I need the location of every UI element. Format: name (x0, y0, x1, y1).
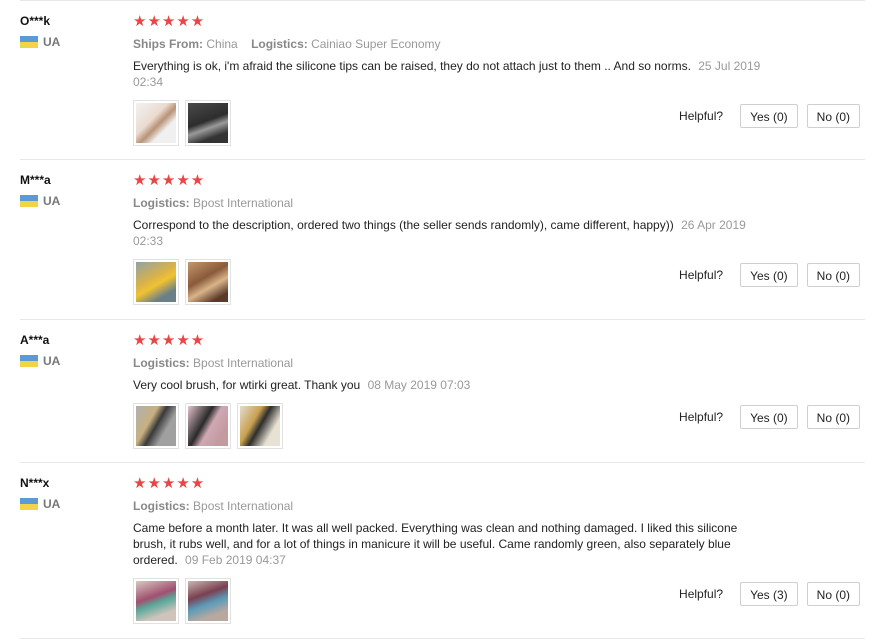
helpful-yes-button[interactable]: Yes (0) (740, 263, 798, 287)
reviewer-name: A***a (20, 333, 50, 347)
reviewer-name: M***a (20, 173, 51, 187)
country-code: UA (43, 354, 61, 368)
ships-from-value: China (206, 37, 238, 51)
reviewer-name: N***x (20, 476, 50, 490)
ships-from-label: Ships From: (133, 37, 204, 51)
review-photo-thumbnail[interactable] (185, 403, 231, 449)
helpful-no-button[interactable]: No (0) (806, 104, 860, 128)
review-photo-thumbnail[interactable] (133, 578, 179, 624)
helpful-label: Helpful? (679, 268, 724, 282)
reviewer-info: O***k UA (20, 14, 120, 49)
review-divider (20, 159, 865, 160)
shipping-info: Logistics: Bpost International (133, 195, 865, 211)
country-code: UA (43, 35, 61, 49)
review-text-block: Correspond to the description, ordered t… (133, 217, 773, 249)
review-text-block: Came before a month later. It was all we… (133, 520, 753, 568)
review-photo-thumbnail[interactable] (185, 100, 231, 146)
reviewer-country: UA (20, 35, 120, 49)
review-text: Everything is ok, i'm afraid the silicon… (133, 59, 691, 73)
review-photo-thumbnail[interactable] (133, 100, 179, 146)
helpful-yes-button[interactable]: Yes (0) (740, 104, 798, 128)
helpful-yes-button[interactable]: Yes (3) (740, 582, 798, 606)
shipping-info: Logistics: Bpost International (133, 355, 865, 371)
shipping-info: Logistics: Bpost International (133, 498, 865, 514)
logistics-label: Logistics: (133, 196, 190, 210)
reviewer-info: A***a UA (20, 333, 120, 368)
review-divider (20, 638, 865, 639)
reviewer-country: UA (20, 497, 120, 511)
helpful-vote: Helpful? Yes (3) No (0) (679, 582, 860, 606)
logistics-value: Bpost International (193, 499, 294, 513)
review-date: 08 May 2019 07:03 (367, 378, 471, 392)
logistics-label: Logistics: (133, 499, 190, 513)
reviewer-name: O***k (20, 14, 51, 28)
review-text-block: Very cool brush, for wtirki great. Thank… (133, 377, 773, 393)
top-divider (20, 0, 865, 1)
review-text: Correspond to the description, ordered t… (133, 218, 674, 232)
helpful-vote: Helpful? Yes (0) No (0) (679, 263, 860, 287)
reviewer-country: UA (20, 194, 120, 208)
review-divider (20, 462, 865, 463)
helpful-no-button[interactable]: No (0) (806, 405, 860, 429)
country-code: UA (43, 497, 61, 511)
review-photo-thumbnail[interactable] (133, 403, 179, 449)
star-rating: ★★★★★ (133, 13, 206, 30)
review-content: ★★★★★ Logistics: Bpost International Ver… (133, 333, 865, 449)
helpful-label: Helpful? (679, 587, 724, 601)
review-text: Very cool brush, for wtirki great. Thank… (133, 378, 361, 392)
logistics-label: Logistics: (251, 37, 308, 51)
ukraine-flag-icon (20, 498, 38, 510)
star-rating: ★★★★★ (133, 172, 206, 189)
review-photo-thumbnail[interactable] (133, 259, 179, 305)
helpful-yes-button[interactable]: Yes (0) (740, 405, 798, 429)
star-rating: ★★★★★ (133, 475, 206, 492)
ukraine-flag-icon (20, 36, 38, 48)
review-photo-thumbnail[interactable] (185, 578, 231, 624)
logistics-value: Bpost International (193, 356, 294, 370)
shipping-info: Ships From: China Logistics: Cainiao Sup… (133, 36, 865, 52)
helpful-label: Helpful? (679, 410, 724, 424)
helpful-no-button[interactable]: No (0) (806, 263, 860, 287)
logistics-label: Logistics: (133, 356, 190, 370)
review-photo-thumbnail[interactable] (237, 403, 283, 449)
ukraine-flag-icon (20, 195, 38, 207)
review-photo-thumbnail[interactable] (185, 259, 231, 305)
review-text-block: Everything is ok, i'm afraid the silicon… (133, 58, 773, 90)
helpful-no-button[interactable]: No (0) (806, 582, 860, 606)
logistics-value: Cainiao Super Economy (311, 37, 441, 51)
reviewer-info: M***a UA (20, 173, 120, 208)
reviewer-info: N***x UA (20, 476, 120, 511)
helpful-label: Helpful? (679, 109, 724, 123)
helpful-vote: Helpful? Yes (0) No (0) (679, 104, 860, 128)
logistics-value: Bpost International (193, 196, 294, 210)
review-divider (20, 319, 865, 320)
reviewer-country: UA (20, 354, 120, 368)
country-code: UA (43, 194, 61, 208)
review-date: 09 Feb 2019 04:37 (185, 553, 286, 567)
ukraine-flag-icon (20, 355, 38, 367)
star-rating: ★★★★★ (133, 332, 206, 349)
helpful-vote: Helpful? Yes (0) No (0) (679, 405, 860, 429)
